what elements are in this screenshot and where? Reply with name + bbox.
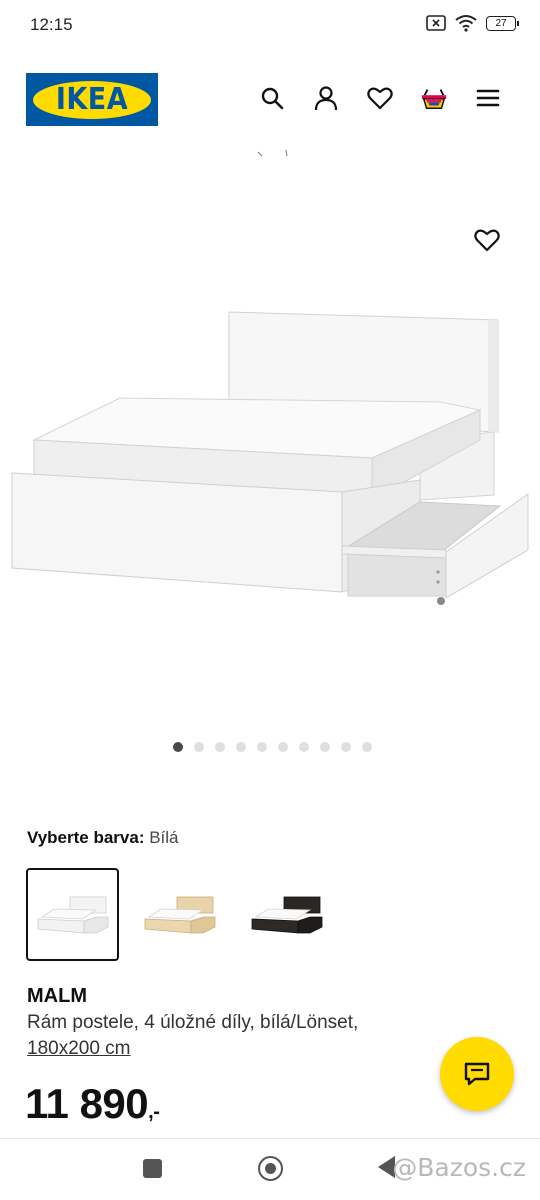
gallery-dot[interactable]: [298, 742, 309, 752]
status-bar: 12:15 27: [0, 0, 540, 50]
heart-icon: [367, 87, 393, 110]
cart-button[interactable]: [420, 84, 448, 112]
watermark: @Bazos.cz: [392, 1153, 526, 1182]
gallery-dot[interactable]: [235, 742, 246, 752]
status-time: 12:15: [30, 15, 73, 34]
gallery-dot[interactable]: [319, 742, 330, 752]
bed-white-thumbnail: [37, 896, 108, 933]
product-description: Rám postele, 4 úložné díly, bílá/Lönset,: [27, 1012, 359, 1033]
price-amount: 11 890: [25, 1080, 149, 1127]
gallery-dot[interactable]: [172, 742, 183, 752]
gallery-dot[interactable]: [214, 742, 225, 752]
header: IKEA: [0, 70, 540, 130]
chat-button[interactable]: [440, 1037, 514, 1111]
status-icons: 27: [426, 14, 519, 32]
color-swatches: [26, 868, 333, 961]
swatch-white[interactable]: [26, 868, 119, 961]
hamburger-menu-icon: [476, 89, 500, 107]
home-icon: [265, 1163, 276, 1174]
logo-oval: IKEA: [33, 80, 151, 119]
bed-black-thumbnail: [251, 896, 322, 933]
gallery-dot[interactable]: [361, 742, 372, 752]
chat-icon: [464, 1062, 490, 1086]
color-selector-label: Vyberte barva: Bílá: [27, 828, 179, 848]
swatch-black-brown[interactable]: [240, 868, 333, 961]
user-icon: [314, 86, 338, 111]
battery-icon: 27: [486, 15, 519, 31]
gallery-pagination: [0, 742, 540, 752]
product-image[interactable]: [0, 140, 540, 730]
product-size-link[interactable]: 180x200 cm: [27, 1038, 131, 1060]
wishlist-button[interactable]: [366, 84, 394, 112]
gallery-dot[interactable]: [277, 742, 288, 752]
color-label: Vyberte barva:: [27, 828, 145, 847]
header-actions: [258, 84, 502, 112]
product-name: MALM: [27, 985, 87, 1007]
menu-button[interactable]: [474, 84, 502, 112]
gallery-dot[interactable]: [340, 742, 351, 752]
search-icon: [261, 87, 284, 110]
logo-text: IKEA: [55, 82, 129, 117]
bed-oak-thumbnail: [144, 896, 215, 933]
favorite-button[interactable]: [474, 228, 502, 256]
system-nav-bar: @Bazos.cz: [0, 1138, 540, 1200]
search-button[interactable]: [258, 84, 286, 112]
price-suffix: ,-: [148, 1101, 160, 1123]
color-value: Bílá: [149, 828, 179, 847]
bed-illustration: [11, 149, 529, 605]
home-button[interactable]: [258, 1156, 283, 1181]
recents-button[interactable]: [143, 1159, 162, 1178]
gallery-dot[interactable]: [193, 742, 204, 752]
battery-level: 27: [495, 17, 507, 29]
ikea-logo[interactable]: IKEA: [26, 73, 158, 126]
account-button[interactable]: [312, 84, 340, 112]
product-price: 11 890,-: [25, 1080, 160, 1128]
gallery-dot[interactable]: [256, 742, 267, 752]
heart-icon: [474, 229, 500, 252]
sim-off-icon: [426, 15, 446, 31]
wifi-icon: [455, 15, 477, 32]
shopping-bag-icon: [421, 89, 447, 110]
swatch-white-oak[interactable]: [133, 868, 226, 961]
